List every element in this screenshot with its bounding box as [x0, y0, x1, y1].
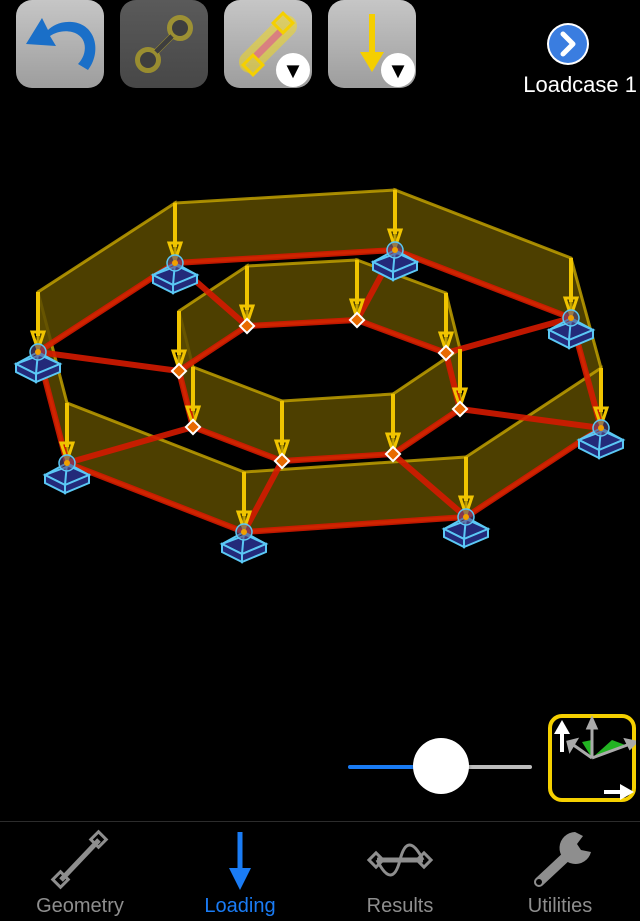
tab-loading[interactable]: Loading [160, 822, 320, 921]
load-arrow-down-icon: ▼ [360, 14, 415, 87]
select-member-button[interactable]: ▼ [224, 0, 312, 88]
scale-slider[interactable] [346, 738, 534, 796]
chevron-right-circle-icon[interactable] [546, 22, 590, 66]
wrench-icon [534, 832, 591, 887]
svg-text:▼: ▼ [387, 58, 409, 83]
selected-member-icon: ▼ [239, 10, 310, 87]
tab-geometry[interactable]: Geometry [0, 822, 160, 921]
member-icon [50, 829, 109, 890]
point-load-button[interactable]: ▼ [328, 0, 416, 88]
inner-load-panel [245, 258, 359, 328]
view-axis-button[interactable] [548, 714, 636, 802]
tab-label: Geometry [36, 895, 124, 917]
add-member-button[interactable] [120, 0, 208, 88]
structure-viewport[interactable] [0, 100, 640, 720]
tab-label: Results [366, 895, 434, 917]
member-link-icon [135, 15, 193, 73]
tab-label: Utilities [527, 895, 593, 917]
svg-text:▼: ▼ [282, 58, 304, 83]
deflection-wave-icon [366, 843, 434, 877]
undo-arrow-icon [26, 18, 96, 70]
axis-triad-icon [554, 715, 636, 800]
tab-utilities[interactable]: Utilities [480, 822, 640, 921]
tab-results[interactable]: Results [320, 822, 480, 921]
inner-load-panel [280, 392, 395, 463]
loadcase-label: Loadcase 1 [523, 72, 637, 97]
slider-thumb[interactable] [413, 738, 469, 794]
undo-button[interactable] [16, 0, 104, 88]
tab-label: Loading [204, 895, 276, 917]
arrow-down-icon [229, 832, 251, 890]
tab-bar: Geometry Loading Results Utilities [0, 821, 640, 921]
